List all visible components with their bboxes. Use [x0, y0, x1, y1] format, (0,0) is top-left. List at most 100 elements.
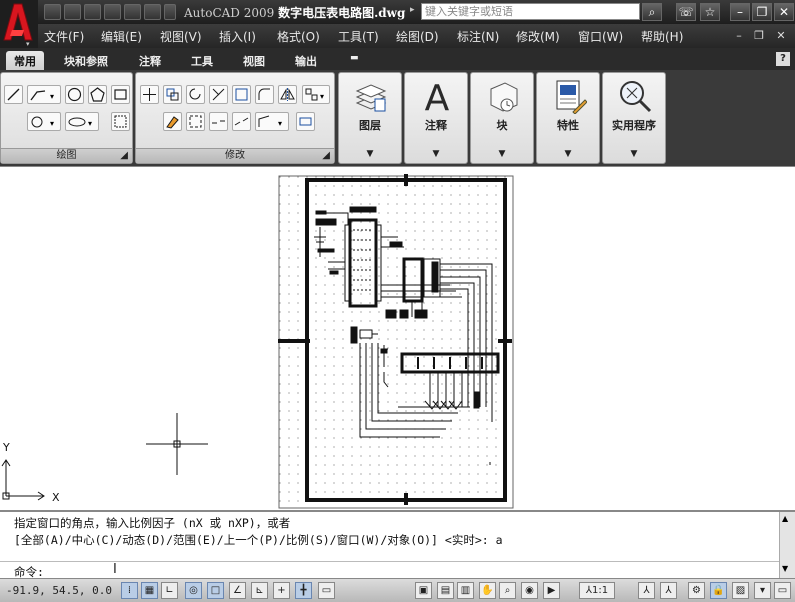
line-icon[interactable] [4, 85, 23, 104]
menu-insert[interactable]: 插入(I) [219, 28, 256, 45]
menu-modify[interactable]: 修改(M) [516, 28, 560, 45]
ortho-mode-icon[interactable]: ∟ [161, 582, 178, 599]
panel-annotation[interactable]: A 注释 ▼ [404, 72, 468, 164]
annotation-visibility-icon[interactable]: ⅄ [638, 582, 655, 599]
scroll-down-icon[interactable]: ▼ [782, 564, 788, 573]
close-window-button[interactable]: ✕ [774, 3, 794, 21]
snap-mode-icon[interactable]: ⁞ [121, 582, 138, 599]
model-space-icon[interactable]: ▣ [415, 582, 432, 599]
object-snap-icon[interactable]: □ [207, 582, 224, 599]
mirror-icon[interactable] [278, 85, 297, 104]
trim-icon[interactable] [209, 85, 228, 104]
hatch-icon[interactable] [111, 112, 130, 131]
grid-display-icon[interactable]: ▦ [141, 582, 158, 599]
offset-icon[interactable]: ▾ [255, 112, 289, 131]
command-line[interactable]: 命令: I [0, 561, 795, 579]
rotate-icon[interactable] [186, 85, 205, 104]
panel-layers[interactable]: 图层 ▼ [338, 72, 402, 164]
search-input[interactable]: 键入关键字或短语 [421, 3, 640, 20]
scale-icon[interactable] [232, 85, 251, 104]
search-icon[interactable]: ⌕ [642, 3, 662, 21]
coordinate-display[interactable]: -91.9, 54.5, 0.0 [6, 584, 112, 597]
dynamic-input-icon[interactable]: + [273, 582, 290, 599]
stretch-icon[interactable] [296, 112, 315, 131]
polar-tracking-icon[interactable]: ◎ [185, 582, 202, 599]
help-icon[interactable]: ? [776, 52, 790, 66]
drawing-area[interactable]: X Y [0, 166, 795, 510]
tab-home[interactable]: 常用 [6, 51, 44, 70]
command-scrollbar[interactable]: ▲ ▼ [779, 512, 795, 578]
menu-draw[interactable]: 绘图(D) [396, 28, 439, 45]
status-bar-menu-icon[interactable]: ▾ [754, 582, 771, 599]
ribbon-minimize-icon[interactable]: ▬ [342, 51, 367, 70]
layers-dropdown-icon[interactable]: ▼ [339, 149, 401, 159]
pan-icon[interactable]: ✋ [479, 582, 496, 599]
properties-dropdown-icon[interactable]: ▼ [537, 149, 599, 159]
arc-icon[interactable]: ▾ [27, 112, 61, 131]
application-menu-button[interactable]: ▾ [0, 0, 38, 48]
panel-properties[interactable]: 特性 ▼ [536, 72, 600, 164]
panel-utilities[interactable]: 实用程序 ▼ [602, 72, 666, 164]
object-snap-tracking-icon[interactable]: ∠ [229, 582, 246, 599]
zoom-icon[interactable]: ⌕ [499, 582, 516, 599]
menu-dimension[interactable]: 标注(N) [457, 28, 499, 45]
dynamic-ucs-icon[interactable]: ⊾ [251, 582, 268, 599]
hardware-acceleration-icon[interactable]: ▨ [732, 582, 749, 599]
copy-icon[interactable] [163, 85, 182, 104]
doc-close-button[interactable]: ✕ [773, 28, 789, 43]
restore-window-button[interactable]: ❐ [752, 3, 772, 21]
drawing-canvas[interactable]: X Y [0, 167, 795, 511]
lineweight-icon[interactable]: ╋ [295, 582, 312, 599]
tab-view[interactable]: 视图 [235, 51, 273, 70]
menu-window[interactable]: 窗口(W) [578, 28, 623, 45]
panel-modify-title[interactable]: 修改 ◢ [136, 148, 334, 163]
tab-annotate[interactable]: 注释 [131, 51, 169, 70]
print-icon[interactable] [104, 4, 121, 20]
favorites-icon[interactable]: ☆ [700, 3, 720, 21]
annotation-scale-dropdown[interactable]: ⅄1:1 [579, 582, 615, 599]
menu-edit[interactable]: 编辑(E) [101, 28, 142, 45]
move-icon[interactable] [140, 85, 159, 104]
polygon-icon[interactable] [88, 85, 107, 104]
join-icon[interactable] [232, 112, 251, 131]
quick-access-dropdown-icon[interactable] [164, 4, 176, 20]
steering-wheel-icon[interactable]: ◉ [521, 582, 538, 599]
circle-icon[interactable] [65, 85, 84, 104]
explode-icon[interactable] [186, 112, 205, 131]
menu-view[interactable]: 视图(V) [160, 28, 202, 45]
panel-expand-icon[interactable]: ◢ [322, 149, 330, 163]
open-file-icon[interactable] [64, 4, 81, 20]
ellipse-icon[interactable]: ▾ [65, 112, 99, 131]
menu-help[interactable]: 帮助(H) [641, 28, 683, 45]
fillet-icon[interactable] [255, 85, 274, 104]
doc-restore-button[interactable]: ❐ [751, 28, 767, 43]
polyline-icon[interactable]: ▾ [27, 85, 61, 104]
doc-minimize-button[interactable]: – [731, 28, 747, 43]
workspace-switching-icon[interactable]: ⚙ [688, 582, 705, 599]
annotation-dropdown-icon[interactable]: ▼ [405, 149, 467, 159]
auto-scale-icon[interactable]: ⅄ [660, 582, 677, 599]
new-file-icon[interactable] [44, 4, 61, 20]
menu-format[interactable]: 格式(O) [277, 28, 320, 45]
scroll-up-icon[interactable]: ▲ [782, 514, 788, 523]
panel-draw-title[interactable]: 绘图 ◢ [1, 148, 132, 163]
menu-tools[interactable]: 工具(T) [338, 28, 379, 45]
rectangle-icon[interactable] [111, 85, 130, 104]
menu-file[interactable]: 文件(F) [44, 28, 84, 45]
layout-preview-icon[interactable]: ▥ [457, 582, 474, 599]
panel-block[interactable]: 块 ▼ [470, 72, 534, 164]
undo-icon[interactable] [124, 4, 141, 20]
clean-screen-icon[interactable]: ▭ [774, 582, 791, 599]
utilities-dropdown-icon[interactable]: ▼ [603, 149, 665, 159]
save-icon[interactable] [84, 4, 101, 20]
tab-blocks-references[interactable]: 块和参照 [56, 51, 116, 70]
tab-output[interactable]: 输出 [287, 51, 325, 70]
panel-expand-icon[interactable]: ◢ [120, 149, 128, 163]
toolbar-lock-icon[interactable]: 🔒 [710, 582, 727, 599]
communication-center-icon[interactable]: ☏ [676, 3, 696, 21]
redo-icon[interactable] [144, 4, 161, 20]
showmotion-icon[interactable]: ▶ [543, 582, 560, 599]
search-expand-icon[interactable]: ▸ [410, 5, 415, 15]
minimize-window-button[interactable]: – [730, 3, 750, 21]
quick-properties-icon[interactable]: ▭ [318, 582, 335, 599]
